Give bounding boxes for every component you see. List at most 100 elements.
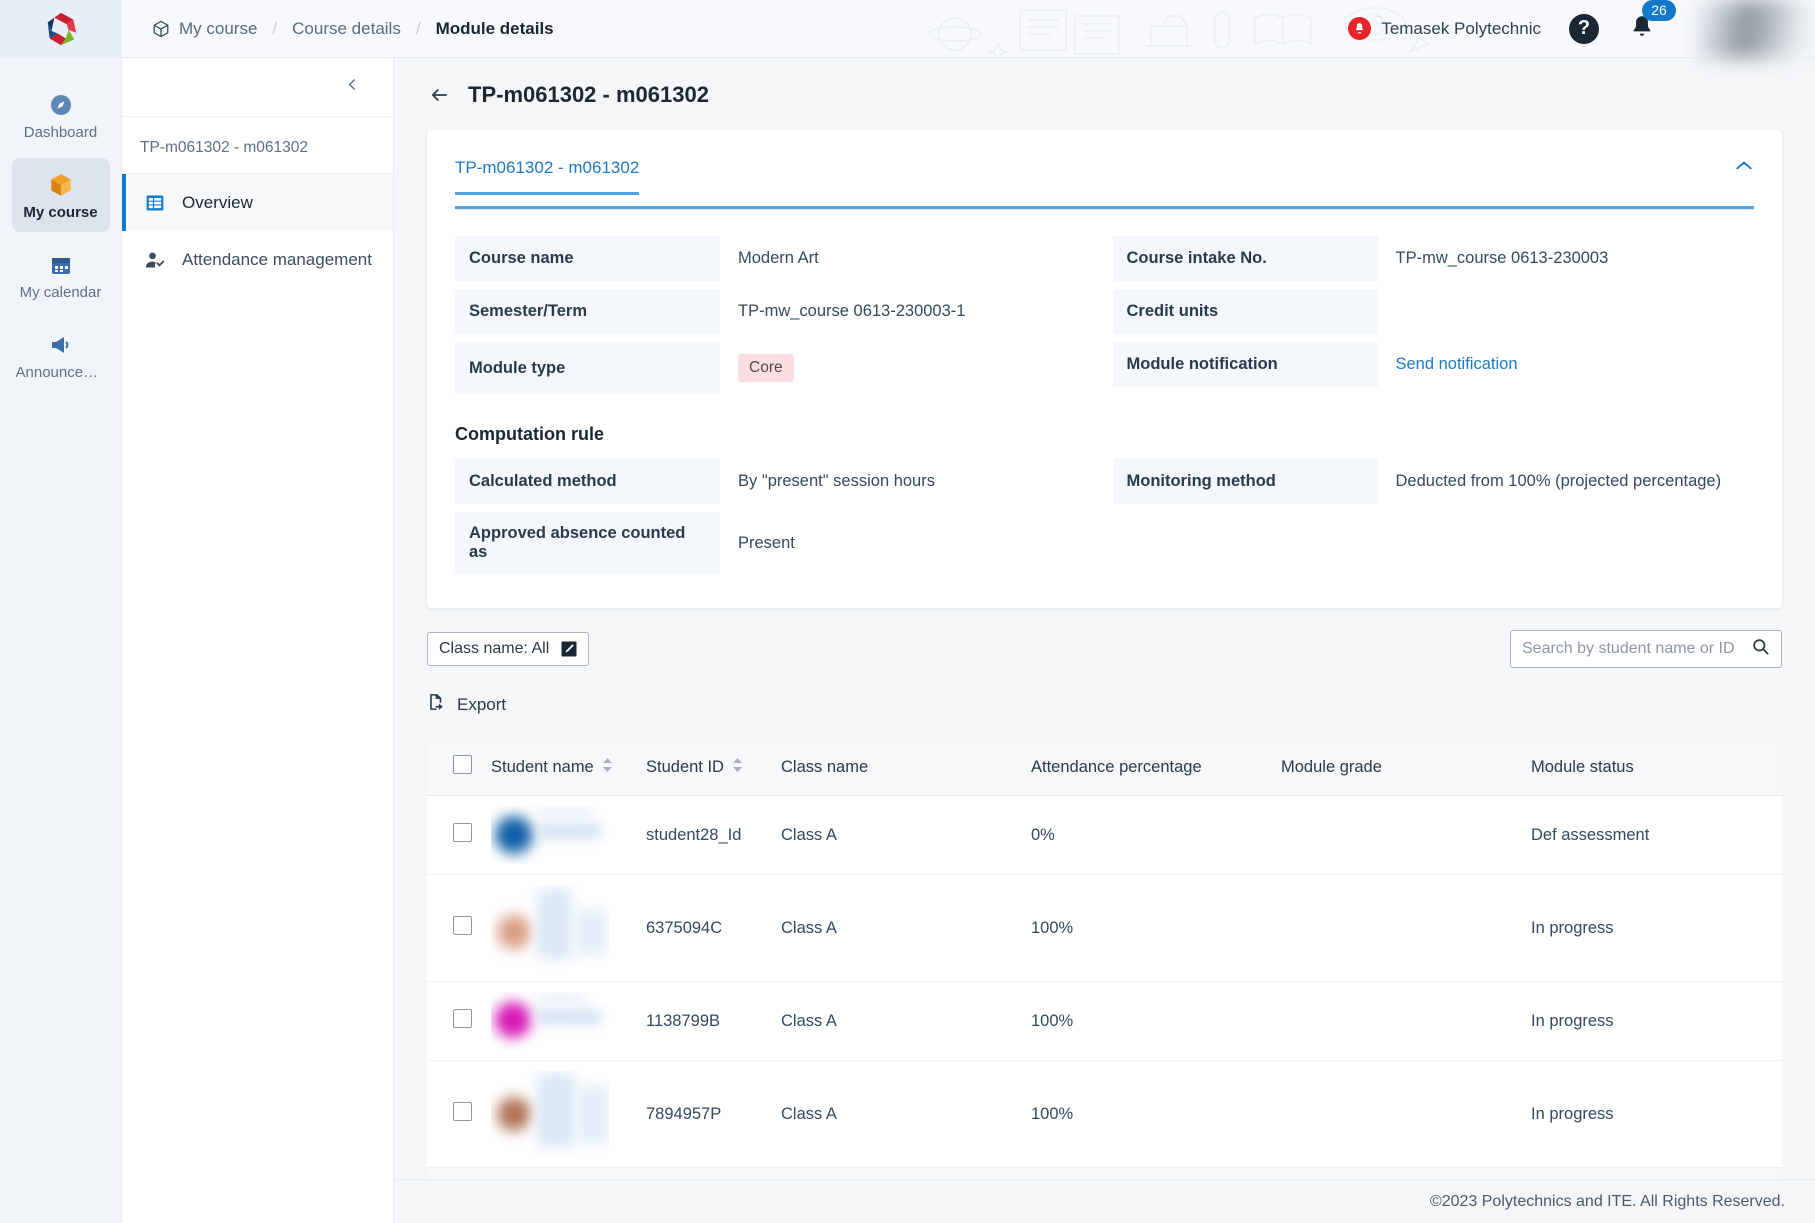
export-label: Export: [457, 694, 507, 714]
page-title: TP-m061302 - m061302: [468, 82, 709, 107]
cell-student-id: 6375094C: [638, 874, 773, 982]
info-key: Monitoring method: [1112, 459, 1378, 504]
computation-rule-title: Computation rule: [455, 424, 604, 444]
cell-module-grade: [1273, 874, 1523, 982]
org-name: Temasek Polytechnic: [1381, 18, 1541, 38]
cell-class-name: Class A: [773, 795, 1023, 875]
main-content: TP-m061302 - m061302 TP-m061302 - m06130…: [394, 58, 1815, 1223]
module-nav-title: TP-m061302 - m061302: [122, 117, 393, 174]
info-value: Core: [720, 342, 1097, 394]
student-search-box[interactable]: [1510, 630, 1782, 668]
row-checkbox[interactable]: [453, 823, 472, 842]
arrow-left-icon[interactable]: [427, 85, 452, 105]
info-key: Course name: [455, 236, 720, 281]
collapse-panel-button[interactable]: [122, 58, 393, 117]
cell-module-status: Def assessment: [1523, 795, 1782, 875]
chevron-up-icon[interactable]: [1734, 158, 1754, 177]
sort-icon[interactable]: [732, 757, 743, 778]
cell-student-id: student28_Id: [638, 795, 773, 875]
avatar[interactable]: [1697, 0, 1815, 58]
module-info-left: Course name Modern Art Semester/Term TP-…: [455, 236, 1097, 394]
search-input[interactable]: [1522, 640, 1743, 658]
info-row-approved-absence: Approved absence counted as Present: [455, 512, 1097, 574]
module-detail-card: TP-m061302 - m061302 Course name Modern …: [427, 130, 1782, 608]
sidebar-item-my-course[interactable]: My course: [11, 158, 110, 232]
breadcrumb-item-my-course[interactable]: My course: [179, 19, 257, 39]
content-scroll: TP-m061302 - m061302 Course name Modern …: [394, 130, 1815, 1179]
cube-icon: [152, 20, 170, 38]
th-label: Student name: [491, 757, 594, 776]
student-name-redacted: [491, 1071, 609, 1157]
row-checkbox[interactable]: [453, 1009, 472, 1028]
sidebar-item-label: My calendar: [19, 284, 102, 301]
help-icon[interactable]: ?: [1569, 13, 1599, 44]
table-body: student28_Id Class A 0% Def assessment 6…: [427, 795, 1782, 1168]
info-row-course-intake-no: Course intake No. TP-mw_course 0613-2300…: [1112, 236, 1755, 281]
breadcrumb-separator: /: [415, 18, 421, 38]
sidebar-rail: Dashboard My course My calendar Announce…: [0, 58, 122, 1223]
row-checkbox[interactable]: [453, 916, 472, 935]
table-footer: Total 4 items Show rows: 10: [427, 1168, 1782, 1179]
info-value: Modern Art: [738, 249, 819, 267]
computation-right: Monitoring method Deducted from 100% (pr…: [1112, 459, 1755, 574]
header-actions: Temasek Polytechnic ? 26: [1348, 0, 1815, 58]
student-name-redacted: [491, 885, 609, 971]
page-footer: ©2023 Polytechnics and ITE. All Rights R…: [394, 1179, 1815, 1223]
th-student-id[interactable]: Student ID: [638, 739, 773, 796]
notification-badge: 26: [1642, 0, 1676, 22]
table-row[interactable]: 1138799B Class A 100% In progress: [427, 981, 1782, 1061]
table-row[interactable]: student28_Id Class A 0% Def assessment: [427, 795, 1782, 875]
select-all-checkbox[interactable]: [453, 755, 472, 774]
module-info-right: Course intake No. TP-mw_course 0613-2300…: [1112, 236, 1755, 394]
sidebar-item-label: Dashboard: [23, 124, 98, 141]
class-name-filter[interactable]: Class name: All: [427, 632, 590, 666]
info-key: Credit units: [1112, 289, 1378, 334]
cell-student-name: [483, 795, 638, 875]
sidebar-item-my-calendar[interactable]: My calendar: [12, 238, 110, 312]
table-row[interactable]: 6375094C Class A 100% In progress: [427, 874, 1782, 982]
breadcrumb-separator: /: [272, 18, 278, 38]
card-header: TP-m061302 - m061302: [455, 156, 1754, 210]
cell-module-status: In progress: [1523, 1060, 1782, 1168]
notifications-button[interactable]: 26: [1629, 0, 1676, 45]
cell-class-name: Class A: [773, 981, 1023, 1061]
export-button[interactable]: Export: [427, 692, 506, 717]
cell-class-name: Class A: [773, 1060, 1023, 1168]
breadcrumb-item-course-details[interactable]: Course details: [292, 19, 401, 39]
info-value: Deducted from 100% (projected percentage…: [1395, 472, 1722, 490]
sidebar-item-announcements[interactable]: Announcem...: [12, 318, 110, 392]
brand-logo-icon: [47, 12, 77, 45]
org-bell-icon: [1348, 17, 1372, 40]
filter-chip-label: Class name: All: [439, 640, 550, 657]
modnav-item-attendance-management[interactable]: Attendance management: [122, 231, 393, 288]
info-value: Present: [738, 533, 795, 552]
search-icon[interactable]: [1751, 637, 1770, 661]
send-notification-link[interactable]: Send notification: [1396, 355, 1518, 374]
sidebar-item-label: My course: [23, 204, 98, 221]
info-key: Course intake No.: [1112, 236, 1378, 281]
sort-icon[interactable]: [602, 757, 613, 778]
th-student-name[interactable]: Student name: [483, 739, 638, 796]
cell-attendance-percentage: 100%: [1023, 1060, 1273, 1168]
sidebar-item-dashboard[interactable]: Dashboard: [12, 78, 110, 152]
card-tab-module[interactable]: TP-m061302 - m061302: [455, 158, 640, 195]
app-logo[interactable]: [0, 0, 122, 58]
cell-student-name: [483, 981, 638, 1061]
module-nav: TP-m061302 - m061302 Overview Attendance…: [122, 58, 394, 1223]
copyright-text: ©2023 Polytechnics and ITE. All Rights R…: [1429, 1192, 1785, 1210]
students-table: Student name Student ID Class name Atten…: [427, 739, 1782, 1179]
th-class-name: Class name: [773, 739, 1023, 796]
cell-module-grade: [1273, 1060, 1523, 1168]
computation-left: Calculated method By "present" session h…: [455, 459, 1097, 574]
body: Dashboard My course My calendar Announce…: [0, 58, 1815, 1223]
table-head: Student name Student ID Class name Atten…: [427, 739, 1782, 796]
student-name-redacted: [491, 992, 609, 1050]
cell-module-grade: [1273, 795, 1523, 875]
modnav-item-overview[interactable]: Overview: [122, 174, 393, 232]
info-value: TP-mw_course 0613-230003-1: [738, 302, 966, 320]
table-row[interactable]: 7894957P Class A 100% In progress: [427, 1060, 1782, 1168]
row-checkbox[interactable]: [453, 1102, 472, 1121]
